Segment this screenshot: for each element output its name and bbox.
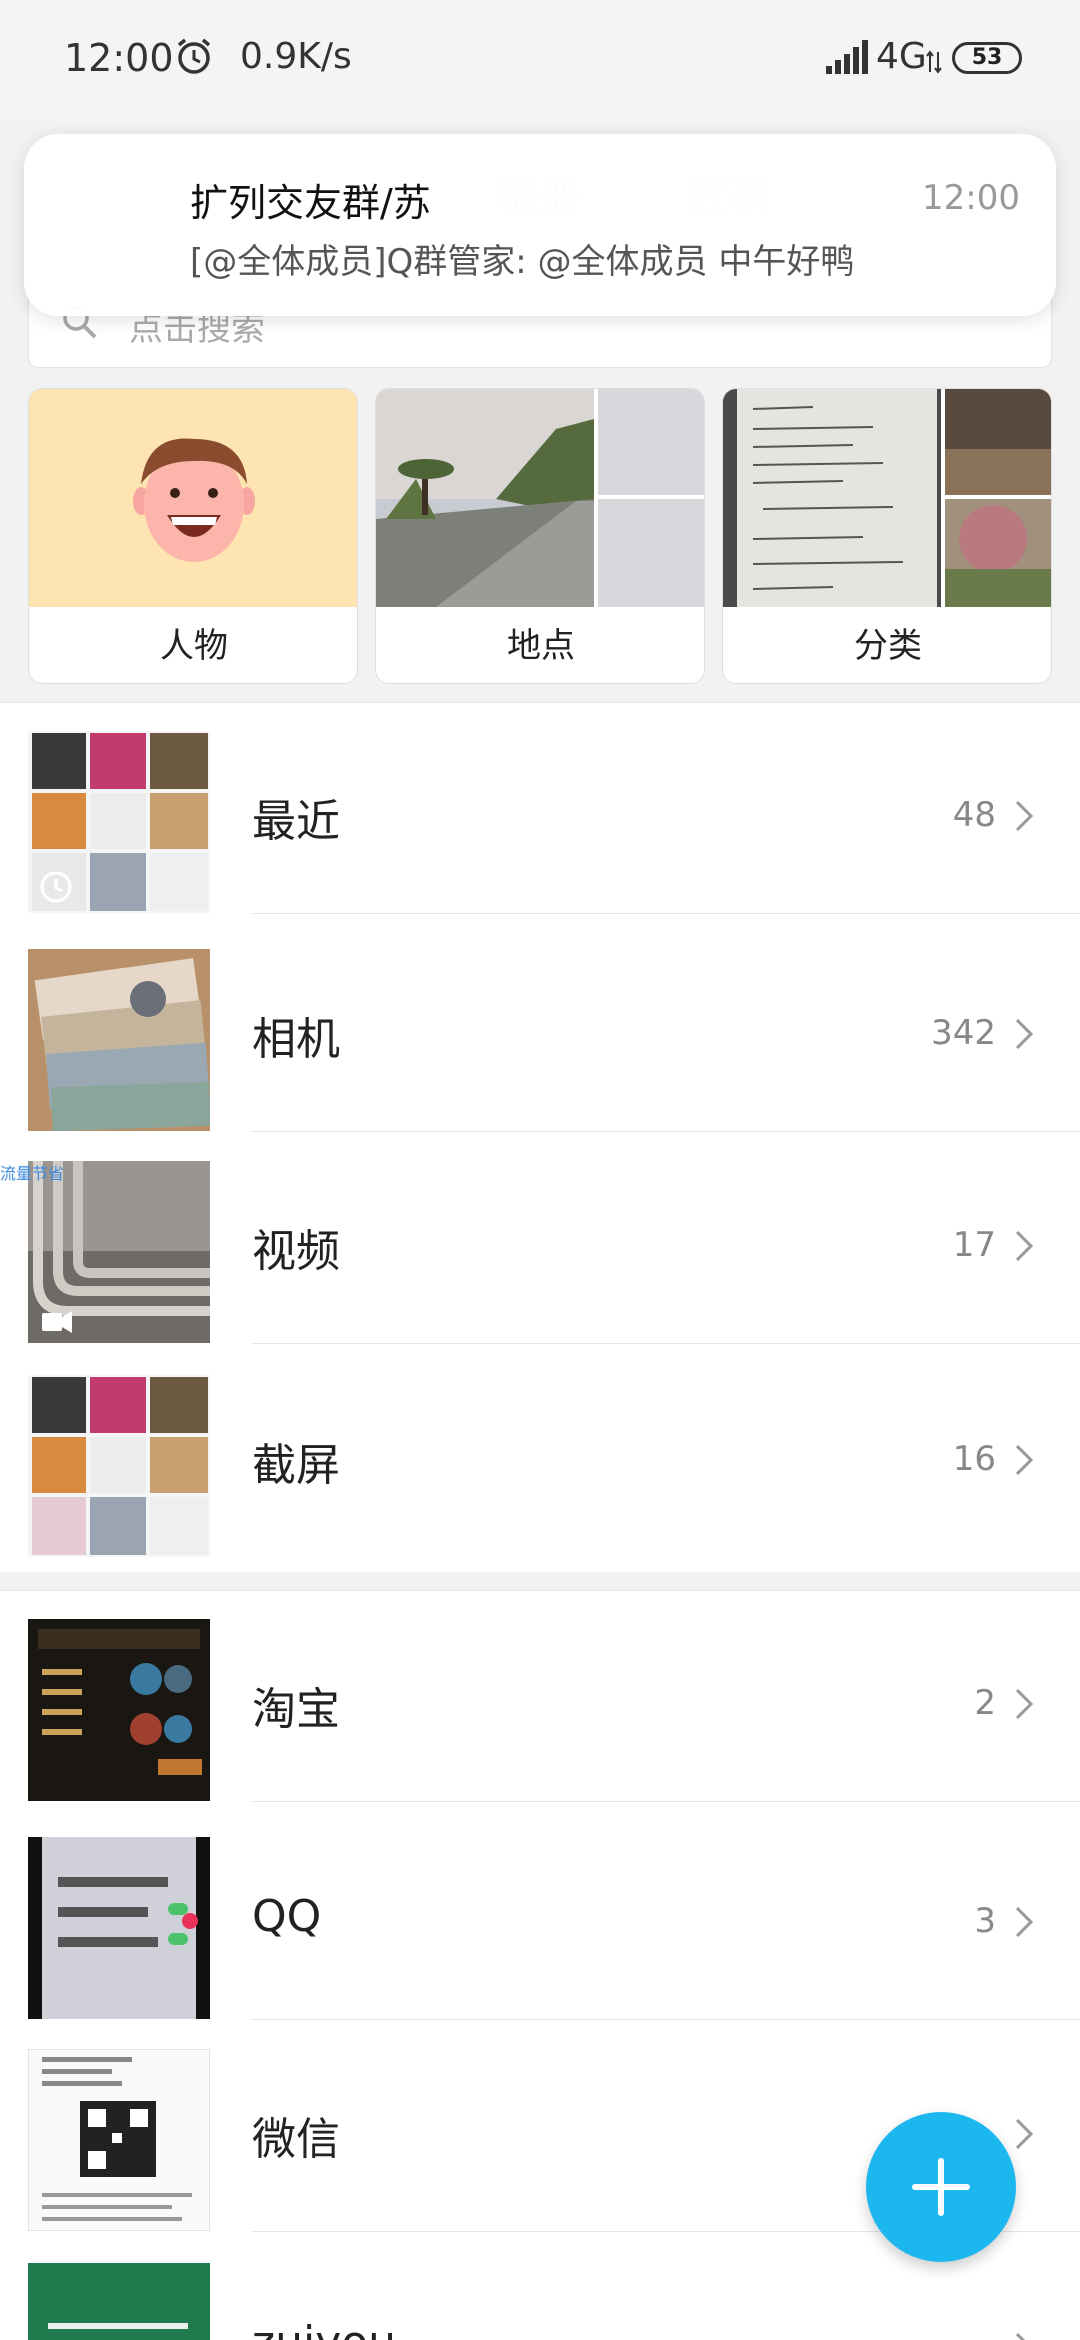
album-thumbnail xyxy=(28,1375,210,1557)
side-tag[interactable]: 流量节省 xyxy=(0,1160,64,1184)
status-time: 12:00 xyxy=(64,36,174,80)
album-row-screenshots[interactable]: 截屏 16 xyxy=(0,1347,1080,1557)
chevron-right-icon xyxy=(1015,2118,1034,2150)
status-bar: 12:00 0.9K/s 4G 53 xyxy=(0,0,1080,120)
album-count: 48 xyxy=(952,795,996,835)
category-label: 地点 xyxy=(507,626,575,666)
plus-icon xyxy=(912,2158,970,2216)
category-sort[interactable]: 分类 xyxy=(722,388,1052,684)
album-thumbnail xyxy=(28,2049,210,2231)
divider xyxy=(252,1801,1080,1802)
album-thumbnail xyxy=(28,1837,210,2019)
category-cards: 人物 地点 分类 xyxy=(28,388,1052,684)
add-album-button[interactable] xyxy=(866,2112,1016,2262)
notification-title: 扩列交友群/苏 xyxy=(190,181,431,225)
albums-primary: 最近 48 相机 342 视频 17 截屏 16 xyxy=(0,702,1080,1572)
album-name: 截屏 xyxy=(252,1440,340,1491)
notification-banner[interactable]: 扩列交友群/苏 12:00 [@全体成员]Q群管家: @全体成员 中午好鸭 xyxy=(24,134,1056,316)
notification-body: [@全体成员]Q群管家: @全体成员 中午好鸭 xyxy=(190,242,855,282)
album-name: 最近 xyxy=(252,796,340,847)
album-name: QQ xyxy=(252,1891,322,1942)
album-thumbnail xyxy=(28,1161,210,1343)
album-count: 3 xyxy=(974,1901,996,1941)
chevron-right-icon xyxy=(1015,1018,1034,1050)
divider xyxy=(252,1343,1080,1344)
chevron-right-icon xyxy=(1015,1906,1034,1938)
signal-icon xyxy=(826,40,868,74)
album-name: 相机 xyxy=(252,1014,340,1065)
places-cover xyxy=(376,389,704,607)
places-photo xyxy=(376,389,704,607)
album-name: 微信 xyxy=(252,2114,340,2165)
face-icon xyxy=(133,438,255,562)
chevron-right-icon xyxy=(1015,2332,1026,2340)
album-thumbnail xyxy=(28,731,210,913)
album-thumbnail xyxy=(28,1619,210,1801)
album-thumbnail xyxy=(28,949,210,1131)
album-count: 342 xyxy=(931,1013,996,1053)
album-thumbnail xyxy=(28,2263,210,2340)
chevron-right-icon xyxy=(1015,1444,1034,1476)
album-name: 视频 xyxy=(252,1226,340,1277)
sort-photo xyxy=(723,389,1051,607)
album-row-qq[interactable]: QQ 3 xyxy=(0,1809,1080,2020)
network-arrows-icon xyxy=(926,50,942,74)
chevron-right-icon xyxy=(1015,1688,1034,1720)
album-count: 17 xyxy=(952,1225,996,1265)
chevron-right-icon xyxy=(1015,1230,1034,1262)
alarm-icon xyxy=(177,38,211,74)
album-row-recent[interactable]: 最近 48 xyxy=(0,703,1080,914)
album-row-video[interactable]: 视频 17 xyxy=(0,1133,1080,1344)
battery-level: 53 xyxy=(971,45,1003,70)
battery-icon: 53 xyxy=(952,42,1022,74)
sort-cover xyxy=(723,389,1051,607)
network-speed: 0.9K/s xyxy=(240,36,352,77)
divider xyxy=(252,913,1080,914)
category-places[interactable]: 地点 xyxy=(375,388,705,684)
notification-time: 12:00 xyxy=(922,178,1020,218)
category-label: 分类 xyxy=(854,626,922,666)
chevron-right-icon xyxy=(1015,800,1034,832)
people-cover xyxy=(29,389,357,607)
category-label: 人物 xyxy=(160,626,228,666)
divider xyxy=(252,2019,1080,2020)
album-row-camera[interactable]: 相机 342 xyxy=(0,921,1080,1132)
album-name: zuiyou xyxy=(252,2317,396,2340)
album-name: 淘宝 xyxy=(252,1684,340,1735)
album-count: 2 xyxy=(974,1683,996,1723)
album-row-taobao[interactable]: 淘宝 2 xyxy=(0,1591,1080,1802)
network-type: 4G xyxy=(876,36,927,77)
album-count: 16 xyxy=(952,1439,996,1479)
category-people[interactable]: 人物 xyxy=(28,388,358,684)
divider xyxy=(252,1131,1080,1132)
